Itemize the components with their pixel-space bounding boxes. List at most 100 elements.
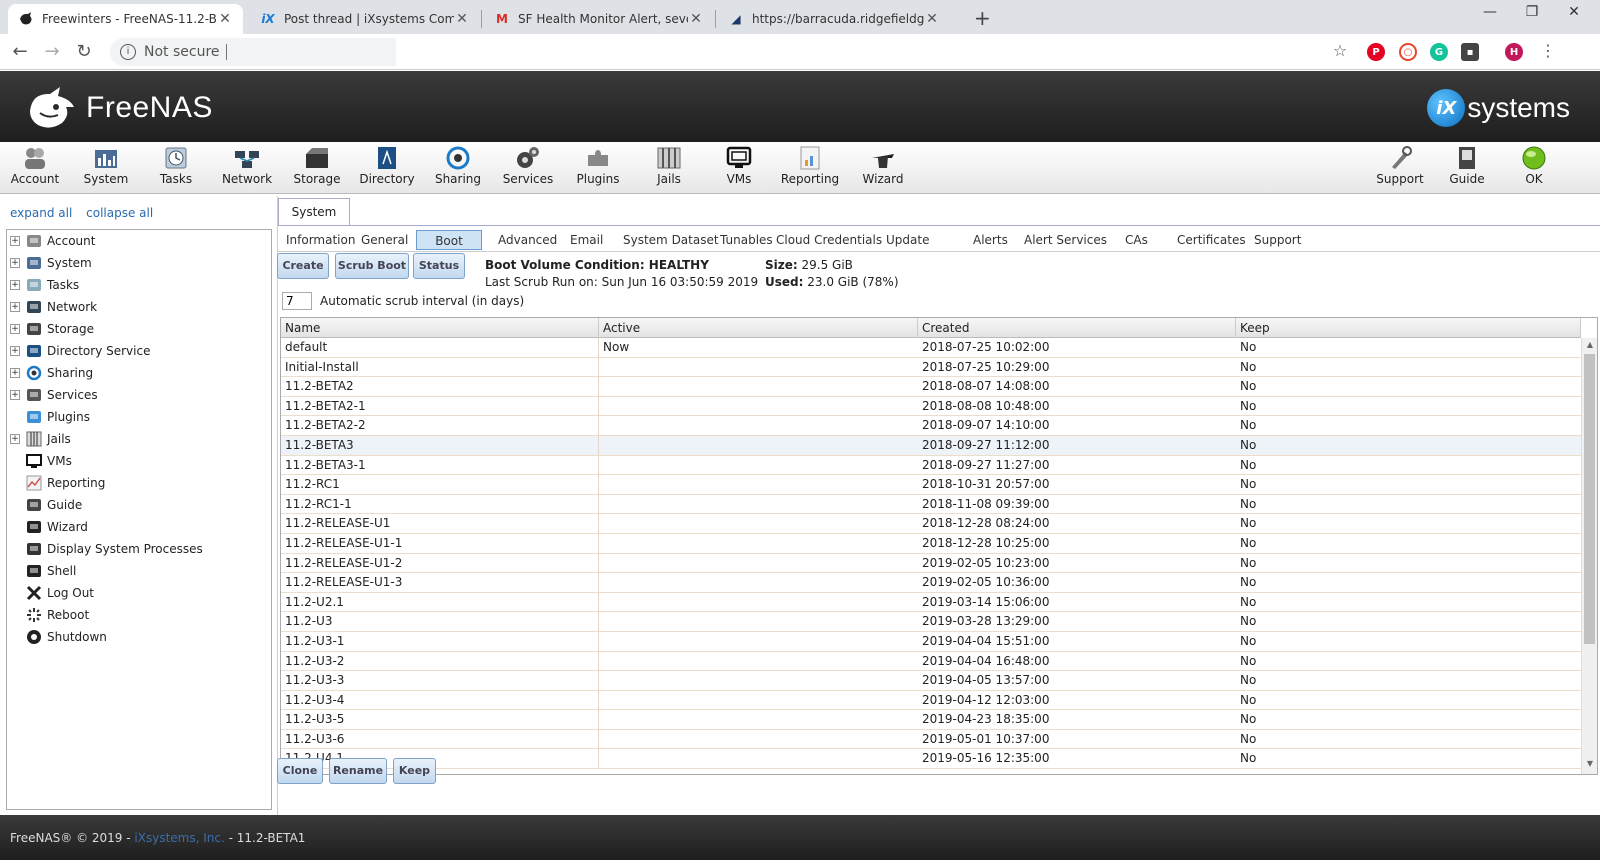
forward-icon[interactable]: → bbox=[40, 41, 64, 62]
sidebar-item-wizard[interactable]: Wizard bbox=[7, 516, 271, 538]
subtab-information[interactable]: Information bbox=[278, 230, 363, 250]
table-row[interactable]: 11.2-RELEASE-U1-1 2018-12-28 10:25:00 No bbox=[281, 533, 1581, 554]
toolbar-jails[interactable]: Jails bbox=[635, 146, 703, 186]
keep-button[interactable]: Keep bbox=[393, 758, 436, 784]
sidebar-item-account[interactable]: + Account bbox=[7, 230, 271, 252]
subtab-boot[interactable]: Boot bbox=[416, 230, 482, 250]
subtab-alerts[interactable]: Alerts bbox=[965, 230, 1016, 250]
table-row[interactable]: 11.2-U4.12019-05-16 12:35:00No bbox=[281, 749, 1581, 770]
sidebar-item-services[interactable]: + Services bbox=[7, 384, 271, 406]
scrollbar-thumb[interactable] bbox=[1584, 354, 1595, 644]
toolbar-network[interactable]: Network bbox=[213, 146, 281, 186]
subtab-update[interactable]: Update bbox=[878, 230, 937, 250]
sidebar-item-network[interactable]: + Network bbox=[7, 296, 271, 318]
scroll-down-icon[interactable]: ▼ bbox=[1582, 759, 1597, 773]
table-row[interactable]: Initial-Install 2018-07-25 10:29:00 No bbox=[281, 357, 1581, 378]
info-icon[interactable]: i bbox=[120, 44, 136, 60]
expand-icon[interactable]: + bbox=[10, 346, 20, 356]
sidebar-item-plugins[interactable]: Plugins bbox=[7, 406, 271, 428]
create-button[interactable]: Create bbox=[277, 253, 329, 279]
expand-all-link[interactable]: expand all bbox=[10, 206, 72, 220]
omnibox[interactable]: i Not secure bbox=[110, 38, 1380, 66]
profile-avatar[interactable]: H bbox=[1505, 43, 1523, 61]
subtab-advanced[interactable]: Advanced bbox=[490, 230, 565, 250]
table-row[interactable]: 11.2-U2.1 2019-03-14 15:06:00 No bbox=[281, 592, 1581, 613]
ixsystems-logo[interactable]: iX systems bbox=[1427, 89, 1570, 127]
table-row[interactable]: 11.2-U3-6 2019-05-01 10:37:00 No bbox=[281, 729, 1581, 750]
browser-tab-gmail[interactable]: M SF Health Monitor Alert, severity ✕ bbox=[484, 4, 714, 34]
sidebar-item-shell[interactable]: Shell bbox=[7, 560, 271, 582]
toolbar-reporting[interactable]: Reporting bbox=[776, 146, 844, 186]
toolbar-system[interactable]: System bbox=[72, 146, 140, 186]
table-row[interactable]: 11.2-RELEASE-U1-3 2019-02-05 10:36:00 No bbox=[281, 573, 1581, 593]
table-row[interactable]: default Now 2018-07-25 10:02:00 No bbox=[281, 338, 1581, 358]
sidebar-item-reboot[interactable]: Reboot bbox=[7, 604, 271, 626]
sidebar-item-system[interactable]: + System bbox=[7, 252, 271, 274]
expand-icon[interactable]: + bbox=[10, 302, 20, 312]
table-row[interactable]: 11.2-RELEASE-U1 2018-12-28 08:24:00 No bbox=[281, 514, 1581, 534]
table-row[interactable]: 11.2-BETA2-1 2018-08-08 10:48:00 No bbox=[281, 396, 1581, 417]
column-header-created[interactable]: Created bbox=[918, 318, 1236, 338]
minimize-icon[interactable]: — bbox=[1470, 4, 1510, 20]
table-row[interactable]: 11.2-U3 2019-03-28 13:29:00 No bbox=[281, 612, 1581, 632]
expand-icon[interactable]: + bbox=[10, 324, 20, 334]
pinterest-extension-icon[interactable]: P bbox=[1367, 43, 1385, 61]
sidebar-item-shutdown[interactable]: Shutdown bbox=[7, 626, 271, 648]
column-header-active[interactable]: Active bbox=[599, 318, 918, 338]
collapse-all-link[interactable]: collapse all bbox=[86, 206, 153, 220]
extension-icon[interactable]: ▪ bbox=[1461, 43, 1479, 61]
toolbar-support[interactable]: Support bbox=[1366, 146, 1434, 186]
sidebar-item-sharing[interactable]: + Sharing bbox=[7, 362, 271, 384]
subtab-alert-services[interactable]: Alert Services bbox=[1016, 230, 1115, 250]
browser-tab-freenas[interactable]: Freewinters - FreeNAS-11.2-BETA ✕ bbox=[8, 4, 243, 34]
toolbar-guide[interactable]: Guide bbox=[1433, 146, 1501, 186]
toolbar-wizard[interactable]: Wizard bbox=[849, 146, 917, 186]
browser-tab-ixsystems[interactable]: iX Post thread | iXsystems Commun ✕ bbox=[250, 4, 480, 34]
sidebar-item-log-out[interactable]: Log Out bbox=[7, 582, 271, 604]
clone-button[interactable]: Clone bbox=[277, 758, 323, 784]
sidebar-item-directory-service[interactable]: + Directory Service bbox=[7, 340, 271, 362]
table-row[interactable]: 11.2-RC1-1 2018-11-08 09:39:00 No bbox=[281, 494, 1581, 515]
browser-menu-icon[interactable]: ⋮ bbox=[1536, 41, 1560, 60]
toolbar-sharing[interactable]: Sharing bbox=[424, 146, 492, 186]
subtab-cloud-credentials[interactable]: Cloud Credentials bbox=[768, 230, 890, 250]
column-header-keep[interactable]: Keep bbox=[1236, 318, 1581, 338]
table-scrollbar[interactable]: ▲ ▼ bbox=[1581, 338, 1597, 774]
table-row[interactable]: 11.2-U3-4 2019-04-12 12:03:00 No bbox=[281, 690, 1581, 711]
rename-button[interactable]: Rename bbox=[329, 758, 387, 784]
table-row[interactable]: 11.2-BETA3 2018-09-27 11:12:00 No bbox=[281, 435, 1581, 456]
toolbar-account[interactable]: Account bbox=[1, 146, 69, 186]
tab-system[interactable]: System bbox=[278, 198, 350, 225]
expand-icon[interactable]: + bbox=[10, 390, 20, 400]
table-row[interactable]: 11.2-U3-5 2019-04-23 18:35:00 No bbox=[281, 710, 1581, 730]
toolbar-directory[interactable]: Directory bbox=[353, 146, 421, 186]
status-button[interactable]: Status bbox=[413, 253, 465, 279]
subtab-system-dataset[interactable]: System Dataset bbox=[615, 230, 727, 250]
table-row[interactable]: 11.2-RELEASE-U1-2 2019-02-05 10:23:00 No bbox=[281, 553, 1581, 574]
toolbar-storage[interactable]: Storage bbox=[283, 146, 351, 186]
subtab-cas[interactable]: CAs bbox=[1117, 230, 1156, 250]
sidebar-item-tasks[interactable]: + Tasks bbox=[7, 274, 271, 296]
sidebar-item-storage[interactable]: + Storage bbox=[7, 318, 271, 340]
lastpass-extension-icon[interactable]: ○ bbox=[1399, 43, 1417, 61]
toolbar-tasks[interactable]: Tasks bbox=[142, 146, 210, 186]
subtab-email[interactable]: Email bbox=[562, 230, 611, 250]
subtab-support[interactable]: Support bbox=[1246, 230, 1309, 250]
close-tab-icon[interactable]: ✕ bbox=[924, 11, 940, 27]
maximize-icon[interactable]: ❐ bbox=[1512, 4, 1552, 20]
table-row[interactable]: 11.2-BETA2-2 2018-09-07 14:10:00 No bbox=[281, 416, 1581, 436]
window-close-icon[interactable]: ✕ bbox=[1554, 4, 1594, 20]
expand-icon[interactable]: + bbox=[10, 236, 20, 246]
close-tab-icon[interactable]: ✕ bbox=[217, 11, 233, 27]
expand-icon[interactable]: + bbox=[10, 434, 20, 444]
table-row[interactable]: 11.2-U3-3 2019-04-05 13:57:00 No bbox=[281, 671, 1581, 691]
toolbar-vms[interactable]: VMs bbox=[705, 146, 773, 186]
bookmark-star-icon[interactable]: ☆ bbox=[1328, 41, 1352, 60]
toolbar-services[interactable]: Services bbox=[494, 146, 562, 186]
freenas-logo[interactable]: FreeNAS bbox=[26, 85, 213, 131]
close-tab-icon[interactable]: ✕ bbox=[688, 11, 704, 27]
expand-icon[interactable]: + bbox=[10, 258, 20, 268]
column-header-name[interactable]: Name bbox=[281, 318, 599, 338]
table-row[interactable]: 11.2-BETA2 2018-08-07 14:08:00 No bbox=[281, 377, 1581, 397]
scroll-up-icon[interactable]: ▲ bbox=[1582, 340, 1597, 354]
